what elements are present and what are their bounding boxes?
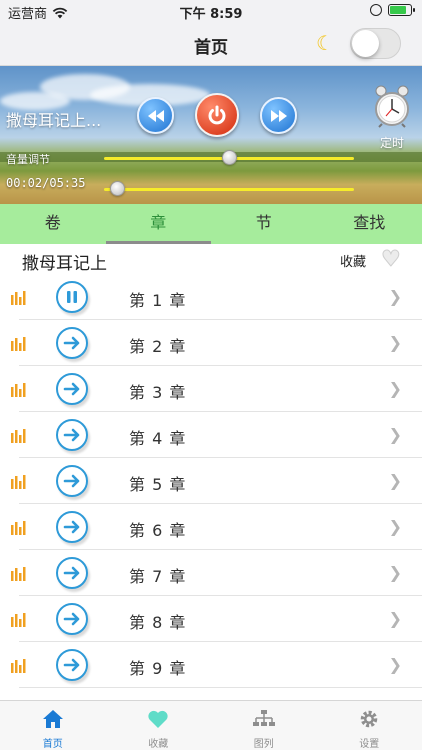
rewind-button[interactable]: [137, 97, 174, 134]
chapter-label: 第 6 章: [129, 521, 187, 540]
audio-bars-icon: [11, 290, 29, 309]
tab-verse[interactable]: 节: [211, 204, 317, 244]
toggle-knob[interactable]: [352, 30, 379, 57]
chapter-label: 第 3 章: [129, 383, 187, 402]
tabbar-chart-label: 图列: [253, 739, 274, 750]
battery-icon: [388, 4, 415, 16]
chapter-row[interactable]: 第 9 章 ❯: [11, 642, 422, 688]
power-icon: [208, 105, 226, 125]
night-mode-toggle[interactable]: [350, 28, 401, 59]
audio-bars-icon: [11, 336, 29, 355]
tabbar-favorites[interactable]: 收藏: [106, 701, 212, 750]
volume-slider-knob[interactable]: [222, 150, 237, 165]
nav-bar: 首页 ☾: [0, 22, 422, 66]
pause-icon[interactable]: [56, 281, 88, 313]
chapter-row[interactable]: 第 5 章 ❯: [11, 458, 422, 504]
power-button[interactable]: [195, 93, 239, 137]
audio-bars-icon: [11, 382, 29, 401]
alarm-clock-icon: [375, 85, 409, 128]
arrow-right-icon[interactable]: [56, 465, 88, 497]
audio-bars-icon: [11, 474, 29, 493]
audio-bars-icon: [11, 428, 29, 447]
progress-slider-knob[interactable]: [109, 181, 125, 196]
chapter-label: 第 2 章: [129, 337, 187, 356]
favorite-label: 收藏: [340, 255, 367, 270]
chapter-label: 第 9 章: [129, 659, 187, 678]
audio-bars-icon: [11, 658, 29, 677]
favorite-heart-button[interactable]: ♥: [381, 247, 402, 273]
arrow-right-icon[interactable]: [56, 373, 88, 405]
arrow-right-icon[interactable]: [56, 511, 88, 543]
chapter-row[interactable]: 第 2 章 ❯: [11, 320, 422, 366]
section-header: 撒母耳记上 收藏 ♥: [0, 244, 422, 275]
arrow-right-icon[interactable]: [56, 649, 88, 681]
home-icon: [42, 710, 63, 728]
tab-chapter[interactable]: 章: [105, 204, 212, 244]
chevron-right-icon: ❯: [388, 471, 402, 490]
tabbar-favorites-label: 收藏: [148, 739, 169, 750]
chevron-right-icon: ❯: [388, 379, 402, 398]
tab-volume[interactable]: 卷: [0, 204, 106, 244]
chapter-row[interactable]: 第 1 章 ❯: [11, 274, 422, 320]
fast-forward-button[interactable]: [260, 97, 297, 134]
chapter-row[interactable]: 第 8 章 ❯: [11, 596, 422, 642]
chevron-right-icon: ❯: [388, 563, 402, 582]
chevron-right-icon: ❯: [388, 333, 402, 352]
chevron-right-icon: ❯: [388, 655, 402, 674]
segment-tabs: 卷 章 节 查找: [0, 204, 422, 244]
timer-label: 定时: [379, 136, 404, 150]
chevron-right-icon: ❯: [388, 517, 402, 536]
chevron-right-icon: ❯: [388, 425, 402, 444]
chevron-right-icon: ❯: [388, 609, 402, 628]
chapter-label: 第 8 章: [129, 613, 187, 632]
battery-fill: [390, 6, 406, 14]
tabbar-home[interactable]: 首页: [0, 701, 106, 750]
tree-diagram-icon: [252, 710, 275, 726]
moon-icon: ☾: [316, 31, 334, 55]
rewind-icon: [147, 109, 164, 122]
arrow-right-icon[interactable]: [56, 557, 88, 589]
timer-button[interactable]: 定时: [370, 84, 414, 151]
chapter-row[interactable]: 第 3 章 ❯: [11, 366, 422, 412]
tabbar-settings[interactable]: 设置: [317, 701, 422, 750]
chapter-label: 第 5 章: [129, 475, 187, 494]
chapter-label: 第 4 章: [129, 429, 187, 448]
tabbar-home-label: 首页: [42, 739, 63, 750]
status-time: 下午 8:59: [179, 7, 243, 22]
volume-label: 音量调节: [6, 153, 50, 166]
bottom-tab-bar: 首页 收藏 图列 设置: [0, 700, 422, 750]
fast-forward-icon: [270, 109, 287, 122]
chapter-label: 第 1 章: [129, 291, 187, 310]
heart-icon: [148, 710, 168, 728]
status-right: [370, 4, 415, 16]
rotation-lock-icon: [370, 4, 382, 16]
arrow-right-icon[interactable]: [56, 327, 88, 359]
playback-time: 00:02/05:35: [6, 176, 86, 190]
chevron-right-icon: ❯: [388, 287, 402, 306]
progress-slider[interactable]: [104, 188, 354, 191]
chapter-label: 第 7 章: [129, 567, 187, 586]
player-panel: 撒母耳记上... 定时 音量调节 00:02/05:35: [0, 66, 422, 204]
tabbar-chart[interactable]: 图列: [211, 701, 317, 750]
status-bar: 运营商 下午 8:59: [0, 0, 422, 22]
audio-bars-icon: [11, 520, 29, 539]
chapter-row[interactable]: 第 4 章 ❯: [11, 412, 422, 458]
tab-search[interactable]: 查找: [317, 204, 422, 244]
audio-bars-icon: [11, 612, 29, 631]
chapter-row[interactable]: 第 7 章 ❯: [11, 550, 422, 596]
arrow-right-icon[interactable]: [56, 603, 88, 635]
book-title: 撒母耳记上: [22, 254, 107, 274]
chapter-list: 第 1 章 ❯ 第 2 章 ❯ 第 3 章 ❯ 第 4 章 ❯ 第 5 章 ❯ 第 6 章 ❯ 第 7 …: [0, 274, 422, 688]
player-title: 撒母耳记上...: [6, 111, 102, 130]
gear-icon: [361, 710, 378, 728]
arrow-right-icon[interactable]: [56, 419, 88, 451]
chapter-row[interactable]: 第 6 章 ❯: [11, 504, 422, 550]
tabbar-settings-label: 设置: [359, 739, 380, 750]
audio-bars-icon: [11, 566, 29, 585]
